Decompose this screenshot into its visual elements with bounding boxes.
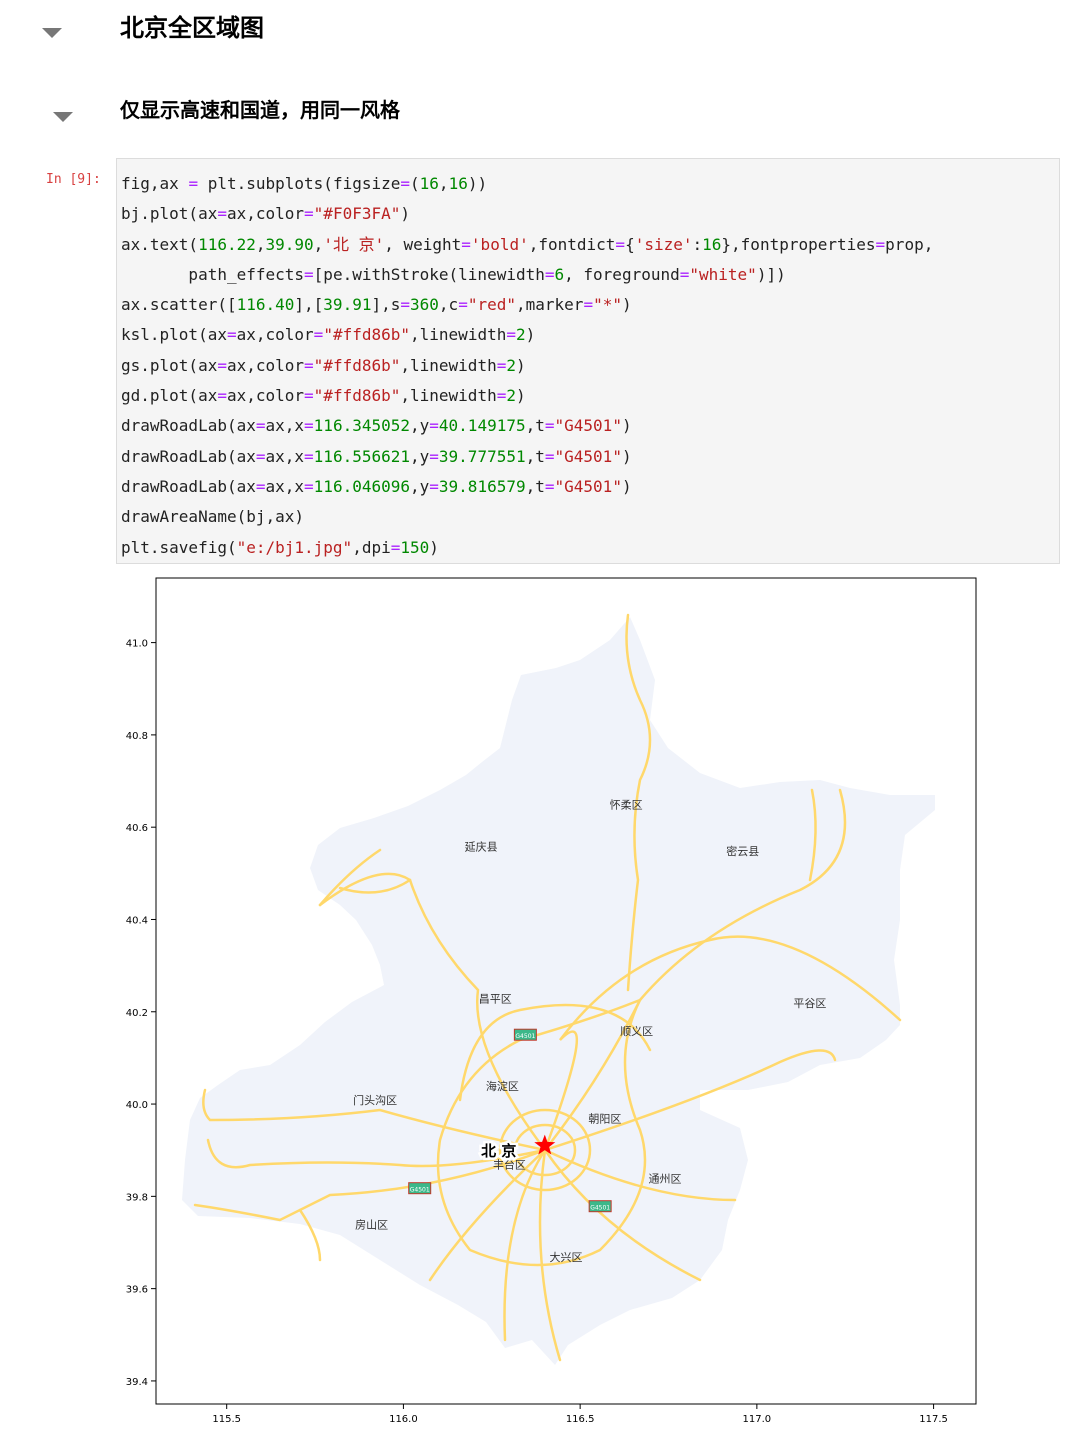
y-tick-label: 40.0 [126,1100,148,1111]
district-label: 房山区 [355,1219,388,1232]
heading-1: 北京全区域图 [120,14,264,42]
y-tick-label: 39.8 [126,1192,148,1203]
cell-prompt: In [9]: [46,172,101,187]
heading-2: 仅显示高速和国道，用同一风格 [120,98,400,122]
district-label: 海淀区 [486,1079,519,1093]
x-tick-label: 115.5 [212,1414,241,1425]
code-editor[interactable]: fig,ax = plt.subplots(figsize=(16,16)) b… [121,169,933,563]
road-shield-label: G4501 [515,1033,535,1040]
y-tick-label: 40.4 [126,915,148,926]
y-tick-label: 40.6 [126,823,148,834]
district-label: 朝阳区 [588,1113,621,1126]
district-label: 延庆县 [465,839,498,853]
collapse-caret-icon[interactable] [53,112,73,122]
district-label: 通州区 [648,1173,681,1186]
x-tick-label: 117.0 [743,1414,772,1425]
city-label: 北 京 [481,1142,516,1160]
district-label: 大兴区 [550,1250,583,1264]
road-shield-label: G4501 [590,1205,610,1212]
y-tick-label: 41.0 [126,639,148,650]
code-cell[interactable]: fig,ax = plt.subplots(figsize=(16,16)) b… [116,158,1060,564]
collapse-caret-icon[interactable] [42,28,62,38]
district-label: 怀柔区 [610,799,643,812]
map-plot: 115.5 116.0 116.5 117.0 117.5 39.4 39.6 39.8 40.… [120,572,1020,1434]
road-shield-label: G4501 [410,1187,430,1194]
district-label: 平谷区 [793,997,826,1010]
district-label: 密云县 [726,844,759,858]
district-label: 门头沟区 [353,1093,397,1107]
x-tick-label: 117.5 [919,1414,948,1425]
district-label: 顺义区 [620,1025,653,1038]
map-figure: 115.5 116.0 116.5 117.0 117.5 39.4 39.6 39.8 40.… [126,577,977,1425]
y-tick-label: 40.8 [126,731,148,742]
district-label: 昌平区 [479,993,512,1006]
y-tick-label: 40.2 [126,1008,148,1019]
x-tick-label: 116.5 [566,1414,595,1425]
y-tick-label: 39.6 [126,1285,148,1296]
y-tick-label: 39.4 [126,1377,148,1388]
x-tick-label: 116.0 [389,1414,418,1425]
